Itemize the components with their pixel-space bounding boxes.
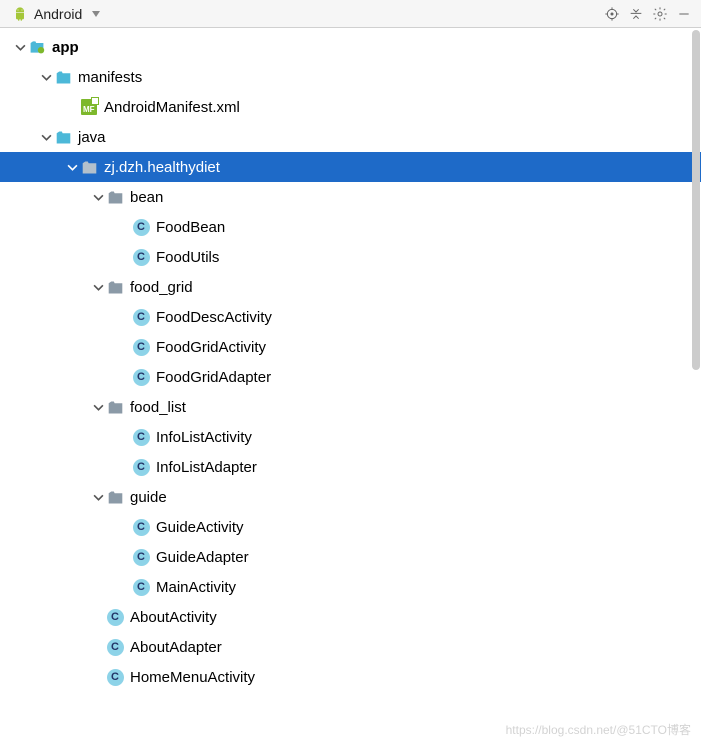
view-dropdown[interactable]: Android [6, 4, 106, 24]
node-label: manifests [78, 70, 142, 85]
tree-node-class[interactable]: C InfoListAdapter [0, 452, 701, 482]
target-icon[interactable] [601, 3, 623, 25]
class-icon: C [132, 548, 150, 566]
project-tree: app manifests MF AndroidManifest.xml jav… [0, 28, 701, 742]
tree-node-class[interactable]: C HomeMenuActivity [0, 662, 701, 692]
chevron-down-icon [92, 11, 100, 17]
node-label: FoodBean [156, 220, 225, 235]
scrollbar[interactable] [692, 30, 700, 370]
tree-node-class[interactable]: C AboutActivity [0, 602, 701, 632]
tree-node-food-grid[interactable]: food_grid [0, 272, 701, 302]
chevron-down-icon [90, 399, 106, 415]
node-label: zj.dzh.healthydiet [104, 160, 220, 175]
node-label: InfoListAdapter [156, 460, 257, 475]
tree-node-manifests[interactable]: manifests [0, 62, 701, 92]
node-label: FoodGridActivity [156, 340, 266, 355]
tree-node-app[interactable]: app [0, 32, 701, 62]
tree-node-class[interactable]: C InfoListActivity [0, 422, 701, 452]
minimize-icon[interactable] [673, 3, 695, 25]
class-icon: C [132, 218, 150, 236]
class-icon: C [132, 518, 150, 536]
manifest-file-icon: MF [80, 98, 98, 116]
class-icon: C [132, 338, 150, 356]
class-icon: C [106, 608, 124, 626]
node-label: java [78, 130, 106, 145]
package-icon [106, 398, 124, 416]
tree-node-bean[interactable]: bean [0, 182, 701, 212]
folder-icon [54, 128, 72, 146]
class-icon: C [132, 308, 150, 326]
node-label: GuideAdapter [156, 550, 249, 565]
node-label: bean [130, 190, 163, 205]
node-label: guide [130, 490, 167, 505]
project-toolbar: Android [0, 0, 701, 28]
tree-node-class[interactable]: C FoodUtils [0, 242, 701, 272]
chevron-down-icon [90, 489, 106, 505]
tree-node-class[interactable]: C GuideAdapter [0, 542, 701, 572]
chevron-down-icon [64, 159, 80, 175]
node-label: MainActivity [156, 580, 236, 595]
chevron-down-icon [90, 279, 106, 295]
package-icon [106, 188, 124, 206]
node-label: food_list [130, 400, 186, 415]
node-label: FoodGridAdapter [156, 370, 271, 385]
tree-node-class[interactable]: C FoodGridAdapter [0, 362, 701, 392]
chevron-down-icon [38, 129, 54, 145]
chevron-down-icon [90, 189, 106, 205]
tree-node-class[interactable]: C GuideActivity [0, 512, 701, 542]
package-icon [80, 158, 98, 176]
chevron-down-icon [12, 39, 28, 55]
module-icon [28, 38, 46, 56]
class-icon: C [132, 248, 150, 266]
node-label: FoodDescActivity [156, 310, 272, 325]
node-label: food_grid [130, 280, 193, 295]
chevron-down-icon [38, 69, 54, 85]
folder-icon [54, 68, 72, 86]
tree-node-class[interactable]: C FoodDescActivity [0, 302, 701, 332]
class-icon: C [132, 428, 150, 446]
class-icon: C [132, 458, 150, 476]
class-icon: C [132, 578, 150, 596]
tree-node-class[interactable]: C FoodBean [0, 212, 701, 242]
gear-icon[interactable] [649, 3, 671, 25]
node-label: InfoListActivity [156, 430, 252, 445]
tree-node-package[interactable]: zj.dzh.healthydiet [0, 152, 701, 182]
tree-node-class[interactable]: C AboutAdapter [0, 632, 701, 662]
node-label: HomeMenuActivity [130, 670, 255, 685]
node-label: AboutActivity [130, 610, 217, 625]
class-icon: C [132, 368, 150, 386]
package-icon [106, 278, 124, 296]
tree-node-food-list[interactable]: food_list [0, 392, 701, 422]
collapse-icon[interactable] [625, 3, 647, 25]
tree-node-java[interactable]: java [0, 122, 701, 152]
node-label: app [52, 40, 79, 55]
view-label: Android [34, 6, 82, 22]
android-icon [12, 6, 28, 22]
node-label: FoodUtils [156, 250, 219, 265]
class-icon: C [106, 668, 124, 686]
tree-node-guide[interactable]: guide [0, 482, 701, 512]
node-label: AboutAdapter [130, 640, 222, 655]
tree-node-class[interactable]: C MainActivity [0, 572, 701, 602]
class-icon: C [106, 638, 124, 656]
node-label: AndroidManifest.xml [104, 100, 240, 115]
node-label: GuideActivity [156, 520, 244, 535]
tree-node-manifest-file[interactable]: MF AndroidManifest.xml [0, 92, 701, 122]
package-icon [106, 488, 124, 506]
tree-node-class[interactable]: C FoodGridActivity [0, 332, 701, 362]
